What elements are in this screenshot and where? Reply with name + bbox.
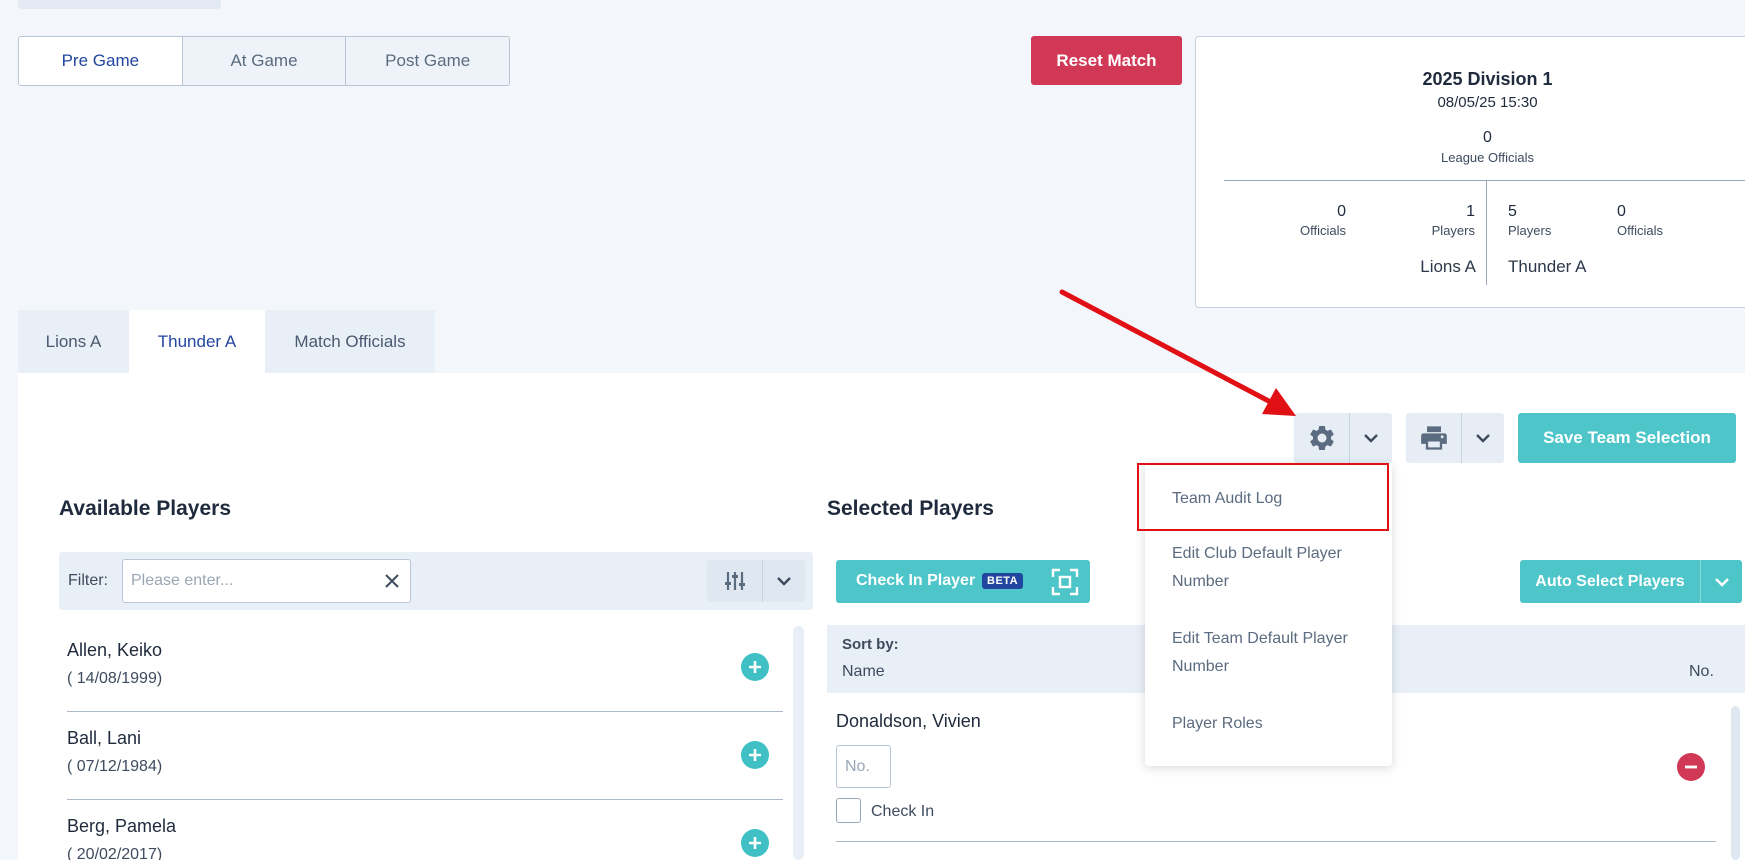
add-player-button[interactable] (741, 829, 769, 857)
team-tabs: Lions A Thunder A Match Officials (18, 310, 435, 373)
gear-icon (1309, 425, 1334, 450)
player-name: Ball, Lani (67, 728, 142, 748)
add-player-button[interactable] (741, 653, 769, 681)
annotation-highlight-box (1137, 463, 1389, 531)
home-players-stat: 1 Players (1385, 203, 1475, 238)
settings-dropdown-toggle[interactable] (1349, 413, 1392, 463)
player-dob: ( 14/08/1999) (67, 670, 163, 687)
available-player-row: Berg, Pamela ( 20/02/2017) (67, 800, 783, 860)
home-players-count: 1 (1466, 203, 1475, 220)
clear-filter-button[interactable] (380, 569, 404, 593)
chevron-down-icon (1364, 434, 1378, 443)
tab-at-game[interactable]: At Game (181, 37, 346, 85)
tab-match-officials[interactable]: Match Officials (265, 310, 435, 373)
tab-pre-game[interactable]: Pre Game (19, 37, 182, 85)
tab-lions-a[interactable]: Lions A (18, 310, 129, 373)
tab-post-game[interactable]: Post Game (345, 37, 509, 85)
print-button[interactable] (1406, 413, 1461, 463)
home-officials-count: 0 (1337, 203, 1346, 220)
plus-icon (749, 837, 761, 849)
away-officials-count: 0 (1617, 203, 1626, 220)
minus-icon (1685, 765, 1697, 769)
plus-icon (749, 749, 761, 761)
sort-by-label: Sort by: (842, 636, 899, 653)
save-team-selection-button[interactable]: Save Team Selection (1518, 413, 1736, 463)
plus-icon (749, 661, 761, 673)
settings-button[interactable] (1294, 413, 1349, 463)
away-officials-stat: 0 Officials (1617, 203, 1707, 238)
filter-input[interactable] (122, 559, 411, 603)
auto-select-dropdown-toggle[interactable] (1700, 560, 1742, 603)
check-in-label: Check In Player (856, 572, 976, 589)
auto-select-players-button[interactable]: Auto Select Players (1520, 560, 1742, 603)
add-player-button[interactable] (741, 741, 769, 769)
away-team-name: Thunder A (1508, 257, 1587, 276)
menu-item-edit-club-default-number[interactable]: Edit Club Default Player Number (1172, 540, 1372, 596)
top-bar-stub (18, 0, 221, 9)
away-players-count: 5 (1508, 203, 1517, 220)
available-player-row: Ball, Lani ( 07/12/1984) (67, 712, 783, 800)
player-number-input[interactable] (836, 745, 891, 788)
game-phase-tabs: Pre Game At Game Post Game (18, 36, 510, 86)
league-officials-count: 0 (1483, 129, 1492, 146)
filter-label: Filter: (68, 572, 108, 589)
match-title: 2025 Division 1 (1422, 69, 1553, 89)
player-name: Allen, Keiko (67, 640, 163, 660)
match-summary-card: 2025 Division 1 08/05/25 15:30 0 League … (1195, 36, 1745, 308)
check-in-checkbox[interactable] (836, 798, 861, 823)
card-divider (1224, 180, 1745, 181)
available-list-scrollbar[interactable] (793, 626, 804, 860)
away-players-label: Players (1508, 223, 1552, 238)
selected-list-scrollbar[interactable] (1731, 706, 1740, 860)
check-in-player-button[interactable]: Check In Player BETA (836, 560, 1090, 603)
print-button-group (1406, 413, 1504, 463)
chevron-down-icon (777, 577, 791, 586)
player-dob: ( 07/12/1984) (67, 758, 163, 775)
tab-thunder-a[interactable]: Thunder A (129, 310, 265, 373)
menu-item-player-roles[interactable]: Player Roles (1172, 710, 1372, 738)
printer-icon (1420, 426, 1447, 450)
player-dob: ( 20/02/2017) (67, 846, 163, 860)
available-player-row: Allen, Keiko ( 14/08/1999) (67, 624, 783, 712)
home-officials-stat: 0 Officials (1256, 203, 1346, 238)
beta-badge: BETA (982, 573, 1024, 589)
sort-by-number[interactable]: No. (1689, 663, 1714, 681)
league-officials-label: League Officials (1441, 150, 1534, 165)
home-officials-label: Officials (1300, 223, 1346, 238)
chevron-down-icon (1476, 434, 1490, 443)
home-team-name: Lions A (1420, 257, 1476, 276)
sort-by-name[interactable]: Name (842, 663, 885, 681)
selected-row-divider (836, 841, 1716, 842)
card-team-divider (1486, 181, 1487, 285)
remove-player-button[interactable] (1677, 753, 1705, 781)
print-dropdown-toggle[interactable] (1461, 413, 1504, 463)
filter-bar: Filter: (59, 552, 813, 610)
scan-icon (1051, 568, 1079, 596)
selected-players-title: Selected Players (827, 497, 994, 520)
available-players-title: Available Players (59, 497, 231, 520)
menu-item-edit-team-default-number[interactable]: Edit Team Default Player Number (1172, 625, 1372, 681)
filter-tools-group (707, 560, 805, 602)
filter-options-button[interactable] (707, 560, 762, 602)
away-officials-label: Officials (1617, 223, 1663, 238)
auto-select-label: Auto Select Players (1535, 572, 1685, 590)
sliders-icon (724, 572, 745, 590)
reset-match-button[interactable]: Reset Match (1031, 36, 1182, 85)
close-icon (385, 574, 399, 588)
check-in-checkbox-label: Check In (871, 803, 935, 820)
away-players-stat: 5 Players (1508, 203, 1598, 238)
chevron-down-icon (1714, 577, 1729, 587)
home-players-label: Players (1431, 223, 1475, 238)
player-name: Berg, Pamela (67, 816, 177, 836)
match-datetime: 08/05/25 15:30 (1437, 94, 1538, 111)
selected-player-name: Donaldson, Vivien (836, 711, 981, 731)
settings-button-group (1294, 413, 1392, 463)
filter-dropdown-toggle[interactable] (762, 560, 805, 602)
